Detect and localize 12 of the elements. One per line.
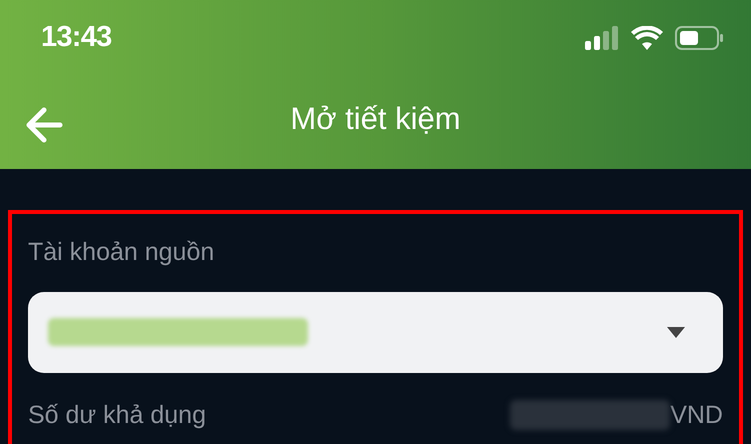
caret-icon <box>667 326 685 338</box>
battery-icon <box>675 26 723 50</box>
status-time: 13:43 <box>41 20 112 55</box>
field-label: Tài khoản nguồn <box>28 237 216 268</box>
wifi-icon <box>631 26 663 50</box>
field-label: Số dư khả dụng <box>28 400 206 430</box>
currency-label: VND <box>670 400 723 430</box>
back-arrow-icon <box>25 106 63 144</box>
signal-icon <box>585 26 619 50</box>
back-button[interactable] <box>24 105 64 145</box>
account-dropdown[interactable] <box>28 292 723 372</box>
screen-title: Mở tiết kiệm <box>290 100 461 138</box>
